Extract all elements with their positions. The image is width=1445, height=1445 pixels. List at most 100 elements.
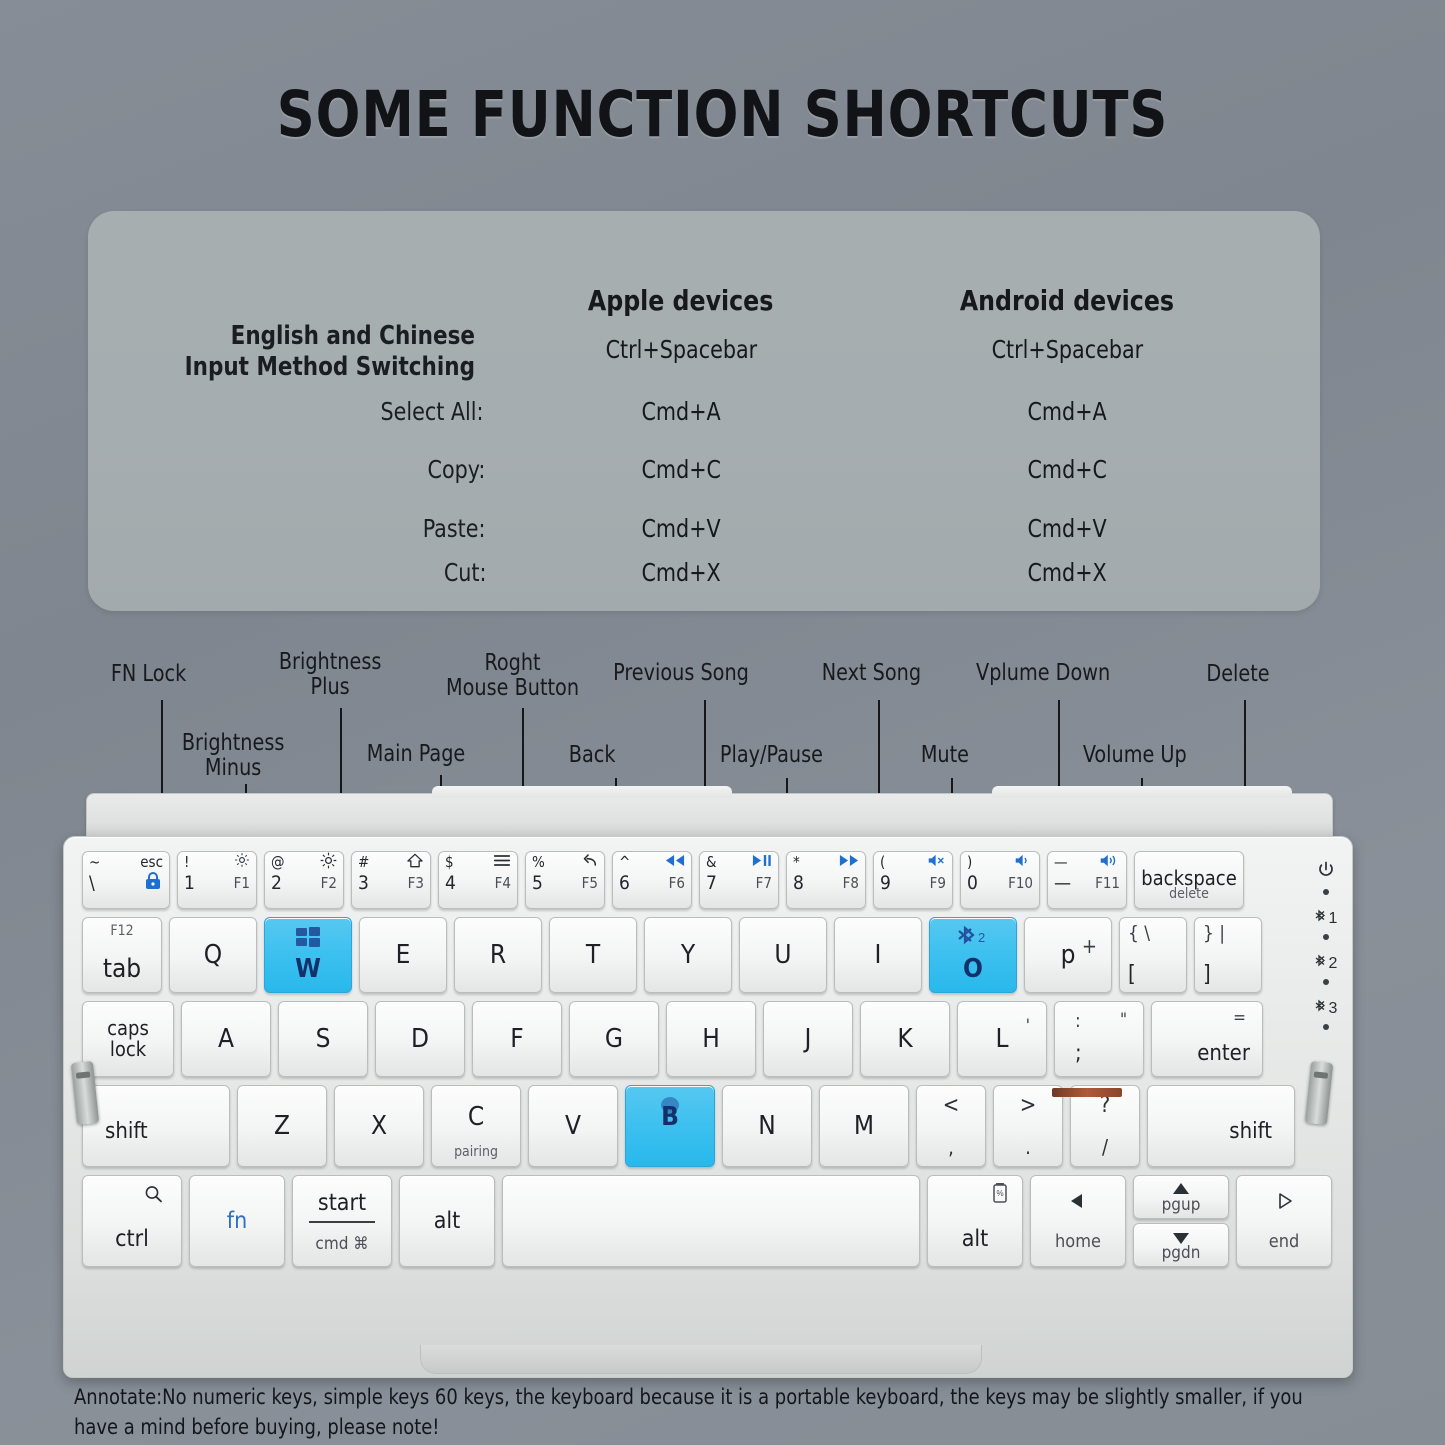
callout-label: Delete: [1206, 661, 1270, 687]
key-pgup[interactable]: pgup: [1133, 1175, 1229, 1219]
key-spacebar[interactable]: [502, 1175, 920, 1267]
key-fkey-label: F1: [233, 874, 250, 892]
key-label: O: [963, 954, 983, 984]
key-caps-lock[interactable]: caps lock: [82, 1001, 174, 1077]
key-B[interactable]: B: [625, 1085, 715, 1167]
windows-blue-icon: [265, 924, 351, 954]
key-minus[interactable]: — — F11: [1047, 851, 1127, 909]
shortcut-row-android: Cmd+A: [1027, 397, 1107, 427]
key-9[interactable]: (9 F9: [873, 851, 953, 909]
key-J[interactable]: J: [763, 1001, 853, 1077]
key-label: fn: [226, 1208, 248, 1234]
key-U[interactable]: U: [739, 917, 827, 993]
key-label: I: [874, 940, 882, 970]
key-shift-label: <: [942, 1093, 960, 1118]
key-enter[interactable]: = enter: [1151, 1001, 1263, 1077]
key-N[interactable]: N: [722, 1085, 812, 1167]
shortcut-row-apple: Cmd+C: [641, 455, 721, 485]
key-alt-left[interactable]: alt: [399, 1175, 495, 1267]
callout-label: Back: [568, 742, 616, 768]
key-7[interactable]: & 7 F7: [699, 851, 779, 909]
key-R[interactable]: R: [454, 917, 542, 993]
key-C[interactable]: Cpairing: [431, 1085, 521, 1167]
key-G[interactable]: G: [569, 1001, 659, 1077]
key-E[interactable]: E: [359, 917, 447, 993]
key-shift-right[interactable]: shift: [1147, 1085, 1295, 1167]
key-1[interactable]: ! 1 F1: [177, 851, 257, 909]
callout-label: Volume Up: [1082, 742, 1187, 768]
key-3[interactable]: #3 F3: [351, 851, 431, 909]
key-semicolon[interactable]: : ";: [1054, 1001, 1144, 1077]
key-shift-label: %: [532, 853, 545, 871]
key-8[interactable]: * 8 F8: [786, 851, 866, 909]
keyboard-top-lip: [86, 786, 1333, 841]
key-label: 9: [880, 872, 891, 894]
key-label: 6: [619, 872, 630, 894]
key-O[interactable]: 2O: [929, 917, 1017, 993]
key-slash[interactable]: ? /: [1070, 1085, 1140, 1167]
status-indicator-strip: 1 2 3: [1302, 845, 1350, 1035]
key-4[interactable]: $4 F4: [438, 851, 518, 909]
key-label: M: [853, 1111, 875, 1141]
key-H[interactable]: H: [666, 1001, 756, 1077]
key-fkey-label: F2: [320, 874, 337, 892]
shortcut-row-label: Copy:: [427, 455, 486, 485]
key-6[interactable]: ^ 6 F6: [612, 851, 692, 909]
key-K[interactable]: K: [860, 1001, 950, 1077]
key-5[interactable]: % 5 F5: [525, 851, 605, 909]
key-backspace[interactable]: backspace delete: [1134, 851, 1244, 909]
key-M[interactable]: M: [819, 1085, 909, 1167]
key-fn[interactable]: fn: [189, 1175, 285, 1267]
key-shift-label: ': [1025, 1016, 1030, 1036]
key-ctrl[interactable]: ctrl: [82, 1175, 182, 1267]
key-I[interactable]: I: [834, 917, 922, 993]
key-X[interactable]: X: [334, 1085, 424, 1167]
key-esc[interactable]: ~ esc \: [82, 851, 170, 909]
key-shift-left[interactable]: shift: [82, 1085, 230, 1167]
panel-header-blank: [88, 229, 488, 321]
key-shift-label: >: [1019, 1093, 1037, 1118]
key-D[interactable]: D: [375, 1001, 465, 1077]
fast-forward-icon: [839, 853, 859, 871]
mute-icon: [927, 853, 946, 872]
key-pgdn[interactable]: pgdn: [1133, 1223, 1229, 1267]
callout-label: Brightness Minus: [181, 730, 285, 781]
key-pgup-pgdn[interactable]: pgup pgdn: [1133, 1175, 1229, 1267]
arrow-right-icon: [1237, 1192, 1331, 1214]
key-W[interactable]: W: [264, 917, 352, 993]
key-label: A: [218, 1024, 234, 1054]
key-Z[interactable]: Z: [237, 1085, 327, 1167]
key-0[interactable]: ) 0 F10: [960, 851, 1040, 909]
key-L[interactable]: L ': [957, 1001, 1047, 1077]
shortcut-row-android: Cmd+V: [1027, 513, 1107, 543]
key-A[interactable]: A: [181, 1001, 271, 1077]
key-P[interactable]: p +: [1024, 917, 1112, 993]
key-label: 7: [706, 872, 717, 894]
key-S[interactable]: S: [278, 1001, 368, 1077]
key-label: 2: [271, 872, 282, 894]
callout-label: Mute: [920, 742, 970, 768]
key-tab[interactable]: F12 tab: [82, 917, 162, 993]
key-home[interactable]: home: [1030, 1175, 1126, 1267]
led-indicator: [1323, 934, 1329, 940]
shortcut-row-label: English and Chinese Input Method Switchi…: [185, 321, 476, 382]
key-Q[interactable]: Q: [169, 917, 257, 993]
key-label: U: [774, 940, 792, 970]
key-Y[interactable]: Y: [644, 917, 732, 993]
key-2[interactable]: @2 F2: [264, 851, 344, 909]
brightness-down-icon: [234, 852, 250, 872]
arrow-left-icon: [1031, 1192, 1125, 1214]
panel-header-android: Android devices: [959, 284, 1175, 317]
page-title: SOME FUNCTION SHORTCUTS: [276, 78, 1169, 151]
key-bracket-left[interactable]: { \ [: [1119, 917, 1187, 993]
key-end[interactable]: end: [1236, 1175, 1332, 1267]
key-bracket-right[interactable]: } |]: [1194, 917, 1262, 993]
key-comma[interactable]: <,: [916, 1085, 986, 1167]
key-T[interactable]: T: [549, 917, 637, 993]
key-alt-right[interactable]: % alt: [927, 1175, 1023, 1267]
key-F[interactable]: F: [472, 1001, 562, 1077]
key-start[interactable]: start cmd ⌘: [292, 1175, 392, 1267]
key-period[interactable]: >.: [993, 1085, 1063, 1167]
key-V[interactable]: V: [528, 1085, 618, 1167]
key-label: X: [370, 1111, 388, 1141]
